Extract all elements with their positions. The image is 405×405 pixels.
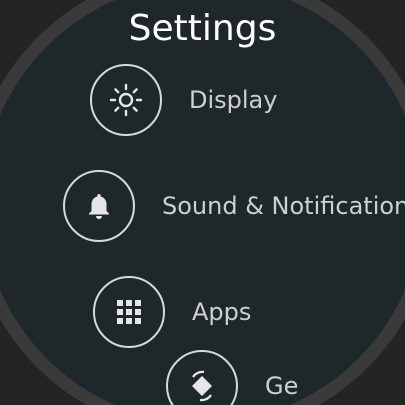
settings-item-label: Display bbox=[189, 86, 278, 114]
settings-item-label: Sound & Notification bbox=[162, 192, 405, 220]
settings-item-label: Apps bbox=[192, 298, 252, 326]
watch-screen: Settings Display Sound & Notification Ap… bbox=[0, 0, 405, 405]
settings-item-sound-notification[interactable]: Sound & Notification bbox=[63, 170, 405, 242]
screen-rotation-icon bbox=[192, 370, 212, 402]
brightness-icon bbox=[109, 83, 143, 117]
apps-grid-icon bbox=[117, 300, 141, 324]
sound-icon-circle bbox=[63, 170, 135, 242]
settings-item-display[interactable]: Display bbox=[90, 64, 277, 136]
settings-item-general[interactable]: Ge bbox=[166, 350, 298, 405]
display-icon-circle bbox=[90, 64, 162, 136]
general-icon-circle bbox=[166, 350, 238, 405]
page-title: Settings bbox=[128, 8, 277, 49]
bell-icon bbox=[89, 194, 109, 219]
apps-icon-circle bbox=[93, 276, 165, 348]
settings-item-apps[interactable]: Apps bbox=[93, 276, 251, 348]
settings-item-label: Ge bbox=[265, 372, 299, 400]
